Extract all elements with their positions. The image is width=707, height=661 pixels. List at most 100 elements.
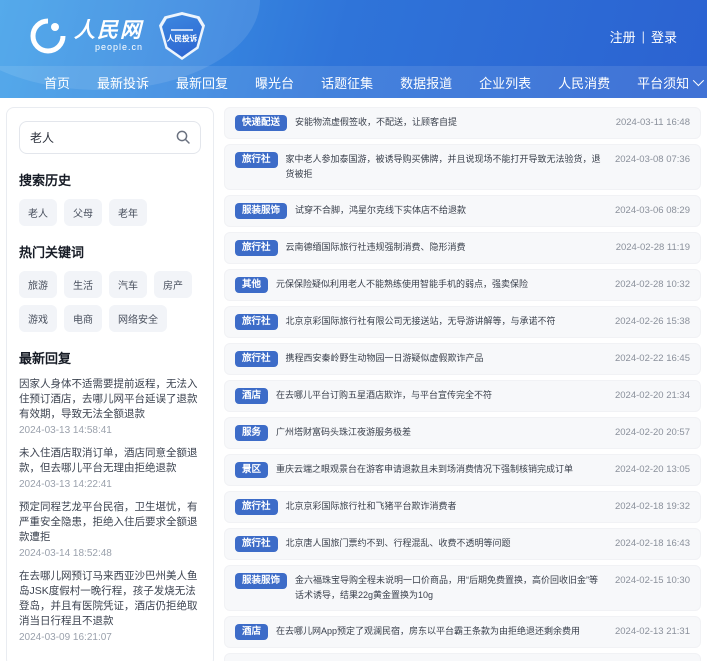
complaint-row[interactable]: 服装服饰 试穿不合脚，鸿星尔克线下实体店不给退款 2024-03-06 08:2… <box>224 195 701 227</box>
complaint-date: 2024-02-28 10:32 <box>614 279 690 290</box>
reply-timestamp: 2024-03-13 14:58:41 <box>19 425 112 436</box>
people-cn-logo[interactable]: 人民网 people.cn <box>30 18 143 54</box>
complaint-row[interactable]: 酒店 在去哪儿平台订购五星酒店欺诈，与平台宣传完全不符 2024-02-20 2… <box>224 380 701 412</box>
complaint-row[interactable]: 旅行社 北京唐人国旅门票约不到、行程混乱、收费不透明等问题 2024-02-18… <box>224 528 701 560</box>
category-badge: 旅行社 <box>235 351 278 367</box>
reply-item[interactable]: 因家人身体不适需要提前返程，无法入住预订酒店，去哪儿网平台延误了退款有效期，导致… <box>19 377 201 437</box>
complaint-title: 金六福珠宝导购全程未说明一口价商品，用“后期免费置换，高价回收旧金”等话术诱导，… <box>295 575 599 600</box>
complaint-date: 2024-02-18 19:32 <box>614 501 690 512</box>
reply-timestamp: 2024-03-13 14:22:41 <box>19 479 112 490</box>
category-badge: 服务 <box>235 425 269 441</box>
complaint-title: 北京京彩国际旅行社有限公司无接送站，无导游讲解等，与承诺不符 <box>285 316 556 326</box>
category-badge: 旅行社 <box>235 314 278 330</box>
chevron-down-icon <box>692 74 705 87</box>
complaint-list: 快递配送 安能物流虚假签收，不配送，让顾客自提 2024-03-11 16:48… <box>224 107 701 661</box>
category-badge: 旅行社 <box>235 240 278 256</box>
nav-item-latest-complaints[interactable]: 最新投诉 <box>97 73 149 92</box>
complaint-date: 2024-03-08 07:36 <box>614 154 690 165</box>
complaint-title: 云南德缅国际旅行社违规强制消费、隐形消费 <box>285 242 466 252</box>
complaint-title: 在去哪儿平台订购五星酒店欺诈，与平台宣传完全不符 <box>276 390 493 400</box>
complaint-date: 2024-02-20 21:34 <box>614 390 690 401</box>
nav-item-people-consumption[interactable]: 人民消费 <box>558 73 610 92</box>
complaint-row[interactable]: 快递配送 安能物流虚假签收，不配送，让顾客自提 2024-03-11 16:48 <box>224 107 701 139</box>
search-icon[interactable] <box>175 129 191 145</box>
reply-text: 预定同程艺龙平台民宿，卫生堪忧，有严重安全隐患，拒绝入住后要求全额退款遭拒 <box>19 501 198 543</box>
nav-item-platform-notice-label: 平台须知 <box>637 75 690 91</box>
reply-item[interactable]: 未入住酒店取消订单，酒店同意全额退款，但去哪儿平台无理由拒绝退款 2024-03… <box>19 446 201 491</box>
complaint-date: 2024-03-06 08:29 <box>614 205 690 216</box>
hot-keyword-tag[interactable]: 生活 <box>64 271 102 298</box>
complaint-row[interactable]: 服装服饰 金六福珠宝导购全程未说明一口价商品，用“后期免费置换，高价回收旧金”等… <box>224 565 701 611</box>
hot-keyword-tag[interactable]: 旅游 <box>19 271 57 298</box>
complaint-title: 北京唐人国旅门票约不到、行程混乱、收费不透明等问题 <box>285 538 511 548</box>
complaint-row[interactable]: 旅行社 云南德缅国际旅行社违规强制消费、隐形消费 2024-02-28 11:1… <box>224 232 701 264</box>
complaint-date: 2024-02-20 13:05 <box>614 464 690 475</box>
logo-subtitle-text: people.cn <box>94 42 143 52</box>
history-tag[interactable]: 父母 <box>64 199 102 226</box>
category-badge: 旅行社 <box>235 152 278 168</box>
complaint-row[interactable]: 服务 广州塔财富码头珠江夜游服务极差 2024-02-20 20:57 <box>224 417 701 449</box>
reply-text: 在去哪儿网预订马来西亚沙巴州美人鱼岛JSK度假村一晚行程，孩子发烧无法登岛，并且… <box>19 570 198 627</box>
reply-item[interactable]: 在去哪儿网预订马来西亚沙巴州美人鱼岛JSK度假村一晚行程，孩子发烧无法登岛，并且… <box>19 569 201 644</box>
complaint-title: 家中老人参加泰国游，被诱导购买佛牌，并且说现场不能打开导致无法验货，退货被拒 <box>285 154 601 179</box>
nav-item-home[interactable]: 首页 <box>44 73 70 92</box>
nav-item-topics[interactable]: 话题征集 <box>321 73 373 92</box>
hot-keyword-tags: 旅游 生活 汽车 房产 游戏 电商 网络安全 <box>19 271 201 332</box>
category-badge: 景区 <box>235 462 269 478</box>
complaint-title: 重庆云端之眼观景台在游客申请退款且未到场消费情况下强制核销完成订单 <box>276 464 574 474</box>
logo-brand-text: 人民网 <box>74 19 143 42</box>
reply-item[interactable]: 预定同程艺龙平台民宿，卫生堪忧，有严重安全隐患，拒绝入住后要求全额退款遭拒 20… <box>19 500 201 560</box>
search-history-tags: 老人 父母 老年 <box>19 199 201 226</box>
complaint-row[interactable]: 旅行社 携程西安秦岭野生动物园一日游疑似虚假欺诈产品 2024-02-22 16… <box>224 343 701 375</box>
category-badge: 旅行社 <box>235 536 278 552</box>
site-header: 人民网 people.cn 人民投诉 注册 | 登录 首页 最新投诉 最新回复 … <box>0 0 707 98</box>
hot-keyword-tag[interactable]: 电商 <box>64 305 102 332</box>
history-tag[interactable]: 老年 <box>109 199 147 226</box>
complaint-row[interactable]: 旅行社 家中老人参加泰国游，被诱导购买佛牌，并且说现场不能打开导致无法验货，退货… <box>224 144 701 190</box>
complaint-row[interactable]: 景区 在美团购买开封十景区联票，只去过一个万寿山，后面九个景点就没法使用了 20… <box>224 653 701 661</box>
category-badge: 服装服饰 <box>235 203 288 219</box>
hot-keywords-title: 热门关键词 <box>19 245 85 260</box>
login-link[interactable]: 登录 <box>651 27 677 46</box>
sidebar: 搜索历史 老人 父母 老年 热门关键词 旅游 生活 汽车 房产 游戏 电商 网络… <box>6 107 214 661</box>
complaint-row[interactable]: 其他 元保保险疑似利用老人不能熟练使用智能手机的弱点，强卖保险 2024-02-… <box>224 269 701 301</box>
category-badge: 酒店 <box>235 624 269 640</box>
category-badge: 其他 <box>235 277 269 293</box>
nav-item-company-list[interactable]: 企业列表 <box>479 73 531 92</box>
main-navigation: 首页 最新投诉 最新回复 曝光台 话题征集 数据报道 企业列表 人民消费 平台须… <box>0 66 707 98</box>
hot-keyword-tag[interactable]: 汽车 <box>109 271 147 298</box>
shield-dash-decoration <box>171 28 193 31</box>
complaint-title: 携程西安秦岭野生动物园一日游疑似虚假欺诈产品 <box>285 353 484 363</box>
history-tag[interactable]: 老人 <box>19 199 57 226</box>
search-input[interactable] <box>19 121 201 154</box>
complaint-title: 试穿不合脚，鸿星尔克线下实体店不给退款 <box>295 205 467 215</box>
latest-replies-list: 因家人身体不适需要提前返程，无法入住预订酒店，去哪儿网平台延误了退款有效期，导致… <box>19 377 201 644</box>
nav-item-exposure[interactable]: 曝光台 <box>255 73 294 92</box>
nav-item-latest-replies[interactable]: 最新回复 <box>176 73 228 92</box>
search-history-title: 搜索历史 <box>19 173 72 188</box>
page-content: 搜索历史 老人 父母 老年 热门关键词 旅游 生活 汽车 房产 游戏 电商 网络… <box>0 98 707 661</box>
hot-keyword-tag[interactable]: 房产 <box>154 271 192 298</box>
complaint-row[interactable]: 旅行社 北京京彩国际旅行社有限公司无接送站，无导游讲解等，与承诺不符 2024-… <box>224 306 701 338</box>
complaint-title: 安能物流虚假签收，不配送，让顾客自提 <box>295 117 458 127</box>
nav-item-platform-notice[interactable]: 平台须知 <box>637 73 705 92</box>
nav-item-data-reports[interactable]: 数据报道 <box>400 73 452 92</box>
category-badge: 旅行社 <box>235 499 278 515</box>
complaint-shield-badge[interactable]: 人民投诉 <box>159 12 205 60</box>
category-badge: 酒店 <box>235 388 269 404</box>
complaint-title: 北京京彩国际旅行社和飞猪平台欺诈消费者 <box>285 501 457 511</box>
register-link[interactable]: 注册 <box>610 27 636 46</box>
complaint-date: 2024-02-28 11:19 <box>615 242 690 253</box>
complaint-row[interactable]: 酒店 在去哪儿网App预定了观澜民宿，房东以平台霸王条款为由拒绝退还剩余费用 2… <box>224 616 701 648</box>
hot-keyword-tag[interactable]: 游戏 <box>19 305 57 332</box>
complaint-row[interactable]: 景区 重庆云端之眼观景台在游客申请退款且未到场消费情况下强制核销完成订单 202… <box>224 454 701 486</box>
hot-keyword-tag[interactable]: 网络安全 <box>109 305 167 332</box>
complaint-date: 2024-02-18 16:43 <box>614 538 690 549</box>
complaint-date: 2024-02-26 15:38 <box>614 316 690 327</box>
complaint-date: 2024-02-15 10:30 <box>614 575 690 586</box>
complaint-date: 2024-02-13 21:31 <box>614 626 690 637</box>
reply-timestamp: 2024-03-14 18:52:48 <box>19 548 112 559</box>
complaint-row[interactable]: 旅行社 北京京彩国际旅行社和飞猪平台欺诈消费者 2024-02-18 19:32 <box>224 491 701 523</box>
reply-timestamp: 2024-03-09 16:21:07 <box>19 632 112 643</box>
complaint-title: 元保保险疑似利用老人不能熟练使用智能手机的弱点，强卖保险 <box>276 279 529 289</box>
